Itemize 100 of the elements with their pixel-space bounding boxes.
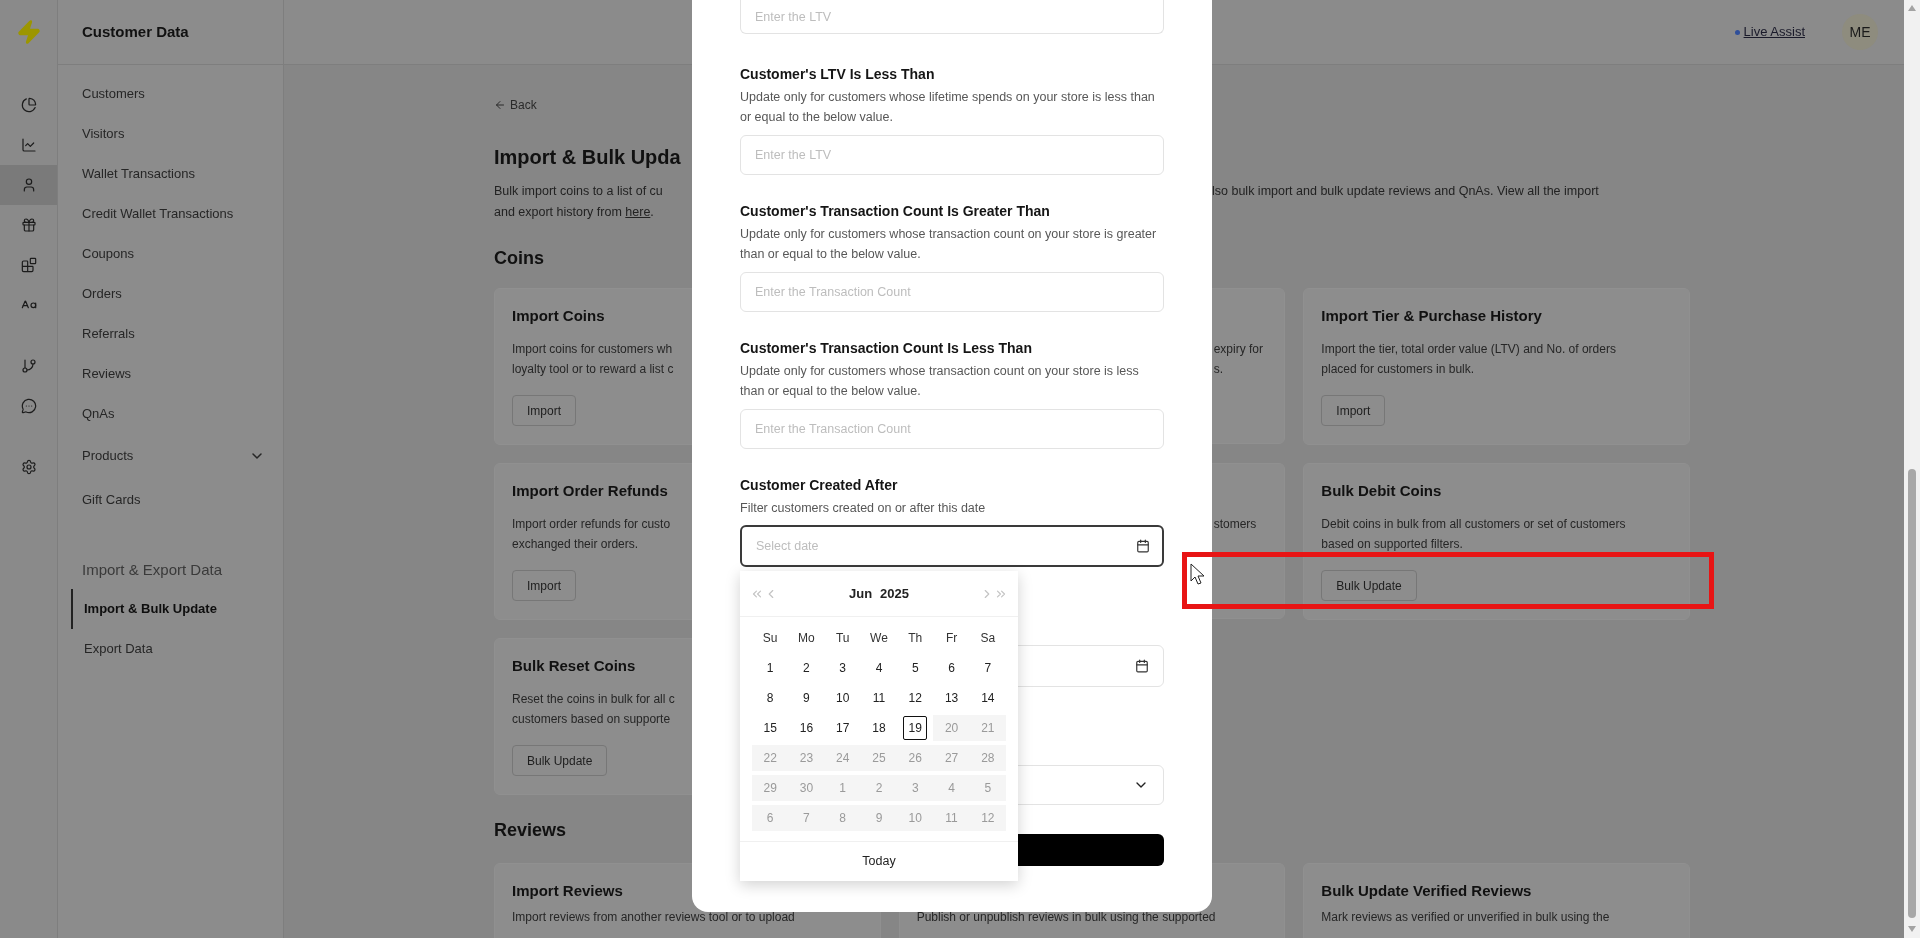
weekday-label: We [869, 630, 889, 647]
card-title: Bulk Debit Coins [1321, 481, 1442, 501]
card-action-button[interactable]: Bulk Update [1321, 570, 1417, 601]
blocks-icon [20, 257, 37, 273]
filter-label: Customer's LTV Is Less Than [740, 65, 936, 84]
filter-description: Update only for customers whose transaction count on your store is less than or equal to the below value. [740, 363, 1140, 400]
card-description: s. [1213, 361, 1224, 378]
calendar-day[interactable]: 15 [758, 716, 783, 740]
card-description: Publish or unpublish reviews in bulk using the supported [916, 909, 1217, 926]
calendar-month[interactable]: Jun [848, 583, 873, 604]
filter-description: Update only for customers whose lifetime spends on your store is less than or equal to the below value. [740, 89, 1156, 126]
live-assist-link[interactable]: Live Assist [1743, 22, 1805, 42]
calendar-year[interactable]: 2025 [880, 583, 909, 604]
back-link[interactable]: Back [494, 97, 537, 113]
line-chart-icon [20, 137, 37, 153]
card-title: Import Reviews [512, 881, 623, 901]
calendar-day[interactable]: 1 [758, 656, 783, 680]
card-title: Import Coins [512, 306, 605, 326]
card-description: Import order refunds for custo [512, 516, 671, 533]
card-description: stomers [1213, 516, 1258, 533]
card-action-button[interactable]: Import [1321, 395, 1386, 426]
chat-icon [20, 398, 37, 414]
sidebar-item[interactable]: Customers [58, 74, 283, 114]
filter-label: Customer's Transaction Count Is Less Than [740, 339, 1033, 358]
calendar-day[interactable]: 13 [939, 686, 964, 710]
calendar-day[interactable]: 4 [867, 656, 891, 680]
card-title: Bulk Reset Coins [512, 656, 636, 676]
weekday-label: Th [907, 630, 924, 647]
page-description: and export history from here. [494, 204, 654, 221]
calendar-day[interactable]: 6 [939, 656, 964, 680]
input-field[interactable]: Enter the Transaction Count [740, 272, 1164, 312]
input-field[interactable]: Enter the LTV [740, 135, 1164, 175]
sidebar-item[interactable]: Products [58, 434, 283, 478]
sidebar-item[interactable]: Credit Wallet Transactions [58, 194, 283, 234]
card-description: Import coins for customers wh [512, 341, 674, 358]
sidebar-item[interactable]: Gift Cards [58, 478, 283, 522]
filter-label: Customer's Transaction Count Is Greater Than [740, 202, 1051, 221]
page-description: Bulk import coins to a list of cu [494, 183, 664, 201]
calendar-day[interactable]: 8 [758, 686, 783, 710]
calendar-day[interactable]: 16 [794, 716, 819, 740]
card-title: Import Tier & Purchase History [1321, 306, 1542, 326]
lightning-logo-icon [15, 19, 42, 45]
scroll-up-icon[interactable] [1908, 5, 1916, 11]
back-arrow-icon [494, 99, 506, 111]
sidebar-item[interactable]: Import & Bulk Update [71, 589, 283, 629]
scrollbar[interactable] [1904, 0, 1920, 938]
card-description: loyalty tool or to reward a list c [512, 361, 674, 378]
sidebar-item[interactable]: Visitors [58, 114, 283, 154]
sidebar-item[interactable]: Export Data [71, 629, 283, 669]
scroll-down-icon[interactable] [1908, 926, 1916, 932]
calendar-icon [1135, 659, 1149, 673]
sidebar-item[interactable]: Orders [58, 274, 283, 314]
card-description: based on supported filters. [1321, 536, 1464, 553]
calendar-day[interactable]: 9 [794, 686, 819, 710]
sidebar-item[interactable]: Wallet Transactions [58, 154, 283, 194]
date-field[interactable]: Select date [740, 525, 1164, 567]
today-button[interactable]: Today [862, 852, 896, 871]
calendar-day[interactable]: 18 [867, 716, 891, 740]
calendar-day[interactable]: 7 [975, 656, 1000, 680]
filter-description: Filter customers created on or after this date [740, 500, 987, 517]
settings-icon [20, 459, 37, 475]
user-avatar[interactable]: ME [1842, 14, 1878, 50]
calendar-day[interactable]: 12 [903, 686, 928, 710]
calendar-day[interactable]: 19 [903, 716, 928, 740]
sidebar-title: Customer Data [82, 21, 189, 42]
input-field[interactable]: Enter the Transaction Count [740, 409, 1164, 449]
calendar-day[interactable]: 5 [903, 656, 928, 680]
calendar-day[interactable]: 2 [794, 656, 819, 680]
weekday-label: Fr [944, 630, 959, 647]
card-action-button[interactable]: Import [512, 395, 576, 426]
calendar-day[interactable]: 14 [975, 686, 1000, 710]
calendar-day[interactable]: 17 [830, 716, 855, 740]
page-title: Import & Bulk Upda [494, 145, 681, 169]
cursor-icon [1190, 563, 1206, 586]
card-title: Import Order Refunds [512, 481, 668, 501]
weekday-label: Tu [834, 630, 851, 647]
card-action-button[interactable]: Import [512, 570, 576, 601]
calendar-day[interactable]: 10 [830, 686, 855, 710]
card-description: Debit coins in bulk from all customers or set of customers [1321, 516, 1626, 533]
weekday-label: Sa [979, 630, 997, 647]
weekday-label: Su [761, 630, 779, 647]
sidebar-item[interactable]: QnAs [58, 394, 283, 434]
calendar-day[interactable]: 11 [867, 686, 891, 710]
card-description: Import the tier, total order value (LTV) and No. of orders [1321, 341, 1616, 358]
card-title: Bulk Update Verified Reviews [1321, 881, 1532, 901]
section-heading: Coins [494, 247, 544, 269]
calendar-icon [1136, 539, 1150, 553]
card-description: Reset the coins in bulk for all c [512, 691, 675, 708]
calendar-day[interactable]: 3 [830, 656, 855, 680]
scrollbar-thumb[interactable] [1908, 469, 1916, 918]
card-description: Mark reviews as verified or unverified in bulk using the [1321, 909, 1610, 926]
card-description: exchanged their orders. [512, 536, 640, 553]
section-heading: Reviews [494, 819, 567, 841]
sidebar-item[interactable]: Referrals [58, 314, 283, 354]
sidebar-item[interactable]: Reviews [58, 354, 283, 394]
page-description: lso bulk import and bulk update reviews and QnAs. View all the import [1212, 183, 1599, 201]
card-action-button[interactable]: Bulk Update [512, 745, 608, 776]
sidebar-item[interactable]: Coupons [58, 234, 283, 274]
input-field[interactable]: Enter the LTV [740, 0, 1164, 34]
branch-icon [20, 358, 37, 374]
